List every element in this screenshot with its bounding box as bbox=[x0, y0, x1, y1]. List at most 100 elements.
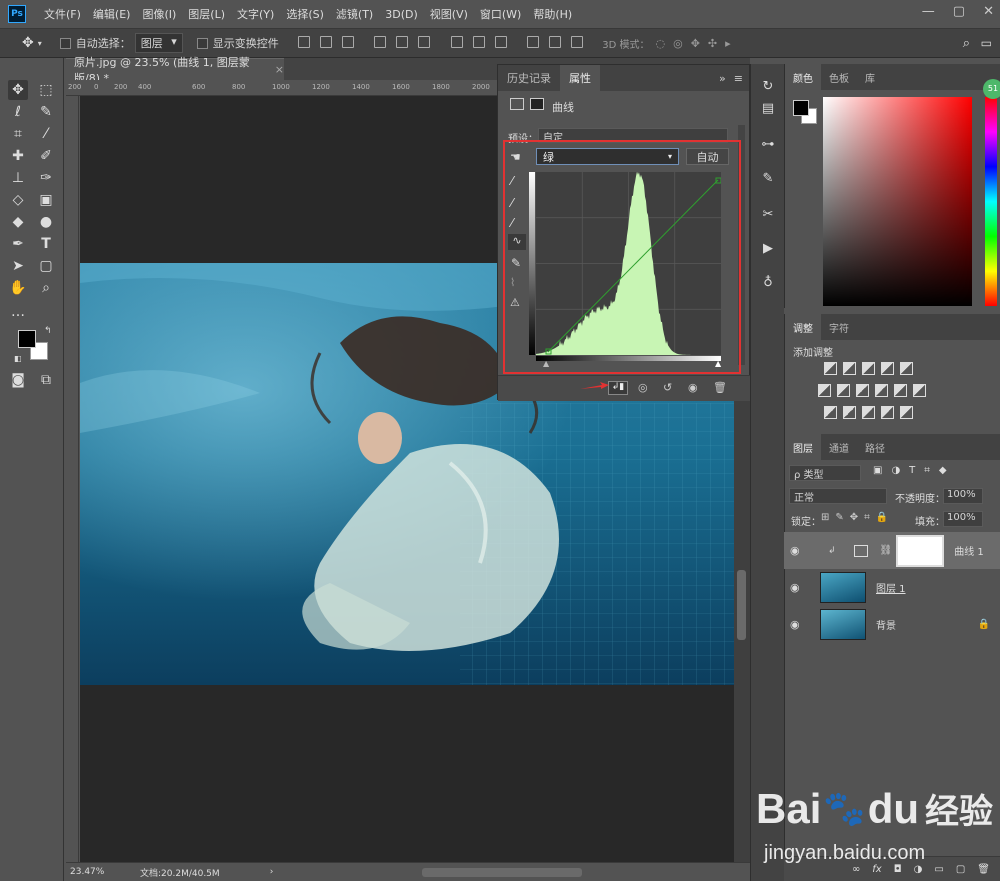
menu-3d[interactable]: 3D(D) bbox=[379, 8, 424, 21]
eyedropper-tool-icon[interactable]: ⁄ bbox=[36, 124, 56, 144]
zoom-level[interactable]: 23.47% bbox=[70, 867, 140, 877]
layer-row[interactable]: ◉ ↲ ⛓ 曲线 1 bbox=[784, 532, 1000, 569]
scrollbar-thumb[interactable] bbox=[737, 570, 746, 640]
document-tab[interactable]: 原片.jpg @ 23.5% (曲线 1, 图层蒙版/8) * × bbox=[66, 56, 284, 85]
color-field[interactable] bbox=[823, 97, 972, 306]
menu-file[interactable]: 文件(F) bbox=[38, 6, 87, 22]
zoom-tool-icon[interactable]: ⌕ bbox=[36, 278, 56, 298]
history-brush-tool-icon[interactable]: ✑ bbox=[36, 168, 56, 188]
curves-icon[interactable] bbox=[862, 362, 875, 375]
lock-icons[interactable]: ⊞✎✥⌗🔒 bbox=[821, 512, 894, 523]
play-icon[interactable]: ▶ bbox=[760, 240, 776, 256]
tab-paths[interactable]: 路径 bbox=[857, 434, 893, 460]
align-hcenter-icon[interactable] bbox=[396, 35, 409, 48]
tab-layers[interactable]: 图层 bbox=[785, 434, 821, 460]
foreground-color-swatch[interactable] bbox=[793, 100, 809, 116]
color-lookup-icon[interactable] bbox=[913, 384, 926, 397]
workspace-icon[interactable]: ▭ bbox=[981, 36, 992, 50]
view-previous-icon[interactable]: ◎ bbox=[638, 381, 648, 394]
gradient-tool-icon[interactable]: ▣ bbox=[36, 190, 56, 210]
minimize-icon[interactable]: — bbox=[922, 4, 935, 19]
menu-help[interactable]: 帮助(H) bbox=[527, 6, 578, 22]
collapse-icon[interactable]: » bbox=[719, 72, 726, 85]
reset-icon[interactable]: ↺ bbox=[663, 381, 672, 394]
hue-saturation-icon[interactable] bbox=[818, 384, 831, 397]
quick-mask-icon[interactable]: ◙ bbox=[8, 370, 28, 390]
tab-swatches[interactable]: 色板 bbox=[821, 64, 857, 90]
layer-row[interactable]: ◉ 背景 🔒 bbox=[784, 606, 1000, 643]
eraser-tool-icon[interactable]: ◇ bbox=[8, 190, 28, 210]
crop-tool-icon[interactable]: ⌗ bbox=[8, 124, 28, 144]
hand-tool-icon[interactable]: ✋ bbox=[8, 278, 28, 298]
tab-character[interactable]: 字符 bbox=[821, 314, 857, 340]
type-tool-icon[interactable]: T bbox=[36, 234, 56, 254]
brush-icon[interactable]: ✎ bbox=[760, 170, 776, 186]
levels-icon[interactable] bbox=[843, 362, 856, 375]
distribute-vcenter-icon[interactable] bbox=[472, 35, 485, 48]
delete-icon[interactable]: 🗑 bbox=[713, 381, 727, 394]
distribute-left-icon[interactable] bbox=[527, 35, 540, 48]
fill-input[interactable]: 100% bbox=[943, 511, 983, 527]
selective-color-icon[interactable] bbox=[900, 406, 913, 419]
maximize-icon[interactable]: ▢ bbox=[953, 4, 965, 19]
horizontal-scrollbar[interactable] bbox=[422, 868, 582, 877]
close-icon[interactable]: × bbox=[275, 63, 284, 76]
link-icon[interactable]: ⛓ bbox=[880, 545, 893, 556]
gradient-map-icon[interactable] bbox=[881, 406, 894, 419]
layer-name[interactable]: 图层 1 bbox=[876, 580, 906, 595]
chevron-right-icon[interactable]: › bbox=[270, 867, 274, 877]
blend-mode-dropdown[interactable]: 正常 bbox=[789, 488, 887, 504]
lightbulb-icon[interactable]: ♁ bbox=[760, 274, 776, 290]
path-select-tool-icon[interactable]: ➤ bbox=[8, 256, 28, 276]
close-icon[interactable]: ✕ bbox=[983, 4, 994, 19]
visibility-icon[interactable]: ◉ bbox=[790, 581, 808, 594]
menu-view[interactable]: 视图(V) bbox=[424, 6, 474, 22]
tab-history[interactable]: 历史记录 bbox=[498, 65, 560, 91]
posterize-icon[interactable] bbox=[843, 406, 856, 419]
align-top-icon[interactable] bbox=[297, 35, 310, 48]
chevron-down-icon[interactable]: ▾ bbox=[38, 39, 42, 48]
color-balance-icon[interactable] bbox=[837, 384, 850, 397]
vibrance-icon[interactable] bbox=[900, 362, 913, 375]
clone-stamp-tool-icon[interactable]: ⊥ bbox=[8, 168, 28, 188]
foreground-color-swatch[interactable] bbox=[18, 330, 36, 348]
layer-name[interactable]: 背景 bbox=[876, 617, 896, 632]
threshold-icon[interactable] bbox=[862, 406, 875, 419]
visibility-icon[interactable]: ◉ bbox=[688, 381, 698, 394]
menu-layer[interactable]: 图层(L) bbox=[182, 6, 231, 22]
invert-icon[interactable] bbox=[824, 406, 837, 419]
adjust-icon[interactable]: ⊶ bbox=[760, 136, 776, 152]
shape-tool-icon[interactable]: ▢ bbox=[36, 256, 56, 276]
layer-name[interactable]: 曲线 1 bbox=[954, 543, 984, 558]
menu-edit[interactable]: 编辑(E) bbox=[87, 6, 137, 22]
swap-colors-icon[interactable]: ↰ bbox=[44, 326, 52, 336]
properties-icon[interactable]: ▤ bbox=[760, 100, 776, 116]
menu-window[interactable]: 窗口(W) bbox=[474, 6, 527, 22]
lasso-tool-icon[interactable]: ℓ bbox=[8, 102, 28, 122]
layer-mask-thumbnail[interactable] bbox=[896, 534, 945, 567]
align-left-icon[interactable] bbox=[374, 35, 387, 48]
clip-to-layer-icon[interactable]: ↲▮ bbox=[608, 381, 628, 395]
menu-image[interactable]: 图像(I) bbox=[136, 6, 182, 22]
hue-slider[interactable] bbox=[985, 97, 997, 306]
mask-icon[interactable] bbox=[530, 98, 544, 110]
tab-color[interactable]: 颜色 bbox=[785, 64, 821, 90]
distribute-right-icon[interactable] bbox=[571, 35, 584, 48]
move-tool-icon[interactable]: ✥ bbox=[22, 35, 34, 51]
auto-select-dropdown[interactable]: 图层 ▾ bbox=[134, 33, 183, 53]
blur-tool-icon[interactable]: ◆ bbox=[8, 212, 28, 232]
auto-select-checkbox[interactable] bbox=[59, 37, 71, 49]
healing-brush-tool-icon[interactable]: ✚ bbox=[8, 146, 28, 166]
visibility-icon[interactable]: ◉ bbox=[790, 618, 808, 631]
menu-filter[interactable]: 滤镜(T) bbox=[330, 6, 379, 22]
dodge-tool-icon[interactable]: ● bbox=[36, 212, 56, 232]
history-icon[interactable]: ↻ bbox=[760, 78, 776, 94]
exposure-icon[interactable] bbox=[881, 362, 894, 375]
more-tools-icon[interactable]: … bbox=[8, 302, 28, 322]
distribute-hcenter-icon[interactable] bbox=[549, 35, 562, 48]
align-right-icon[interactable] bbox=[418, 35, 431, 48]
show-transform-checkbox[interactable] bbox=[196, 37, 208, 49]
channel-mixer-icon[interactable] bbox=[894, 384, 907, 397]
black-white-icon[interactable] bbox=[856, 384, 869, 397]
move-tool-icon[interactable]: ✥ bbox=[8, 80, 28, 100]
